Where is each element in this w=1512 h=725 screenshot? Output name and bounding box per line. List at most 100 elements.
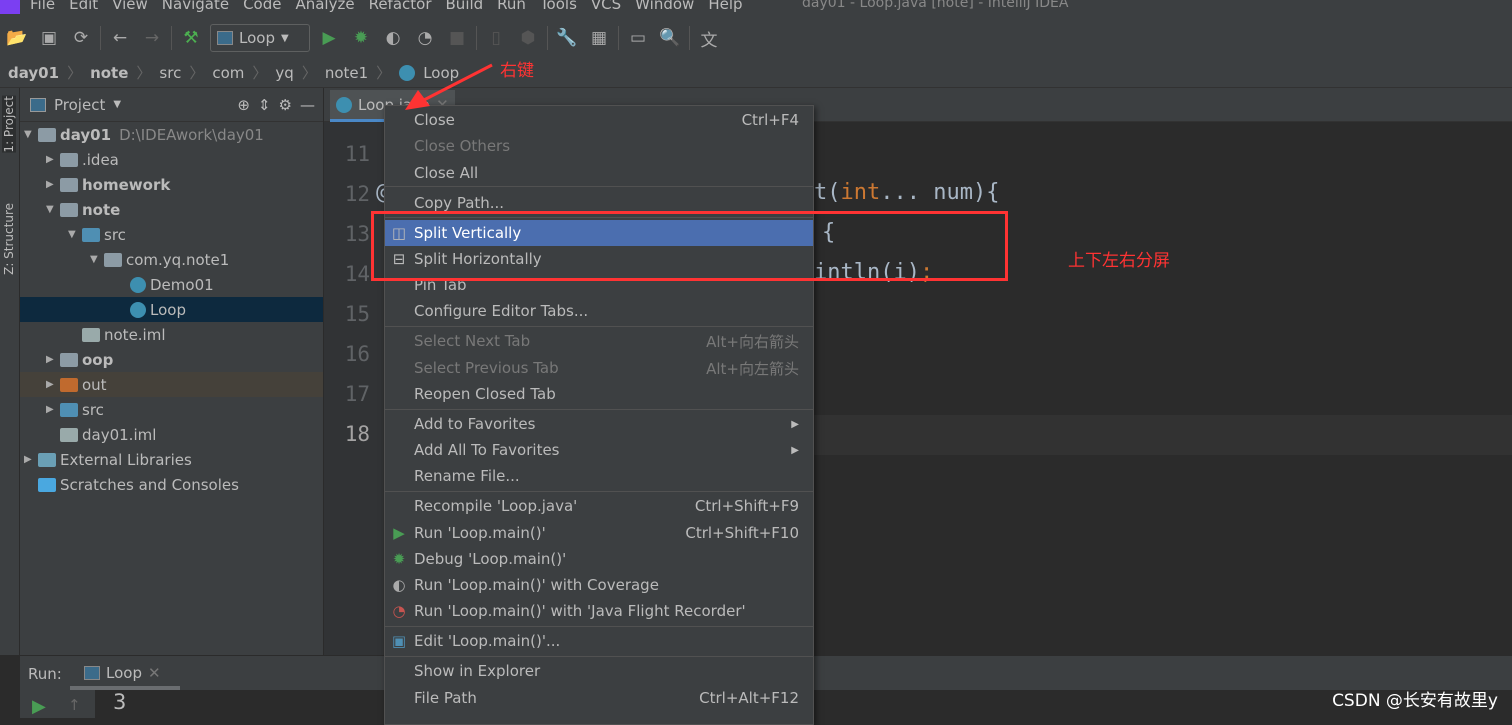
project-structure-icon[interactable]: ▦ xyxy=(586,25,612,51)
up-arrow-icon[interactable]: ↑ xyxy=(68,696,81,714)
divider xyxy=(171,26,172,50)
chevron-right-icon[interactable]: ▶ xyxy=(46,154,60,165)
chevron-down-icon[interactable]: ▼ xyxy=(90,254,104,265)
breadcrumb-item[interactable]: src xyxy=(159,64,181,82)
tree-item[interactable]: day01.iml xyxy=(20,422,323,447)
run-tab-loop[interactable]: Loop ✕ xyxy=(70,660,180,690)
menu-view[interactable]: View xyxy=(112,0,148,13)
tree-item[interactable]: ▶ .idea xyxy=(20,147,323,172)
wrench-icon[interactable]: 🔧 xyxy=(554,25,580,51)
tree-item[interactable]: ▼ com.yq.note1 xyxy=(20,247,323,272)
tree-item[interactable]: ▶ out xyxy=(20,372,323,397)
chevron-right-icon[interactable]: ▶ xyxy=(46,354,60,365)
menu-code[interactable]: Code xyxy=(243,0,281,13)
device-icon[interactable]: ▯ xyxy=(483,25,509,51)
menu-file[interactable]: File xyxy=(30,0,55,13)
rerun-icon[interactable]: ▶ xyxy=(32,696,46,717)
divider xyxy=(689,26,690,50)
coverage-icon[interactable]: ◐ xyxy=(380,25,406,51)
chevron-down-icon[interactable]: ▼ xyxy=(68,229,82,240)
tree-item-label: out xyxy=(82,375,107,394)
collapse-icon[interactable]: ⇕ xyxy=(258,96,271,114)
breadcrumb-item[interactable]: note1 xyxy=(325,64,368,82)
project-title[interactable]: Project xyxy=(54,96,105,114)
menu-vcs[interactable]: VCS xyxy=(591,0,621,13)
tree-item[interactable]: ▶ External Libraries xyxy=(20,447,323,472)
chevron-down-icon[interactable]: ▼ xyxy=(24,129,38,140)
breadcrumb-item[interactable]: com xyxy=(212,64,244,82)
menu-item-label: Run 'Loop.main()' with Coverage xyxy=(414,576,659,594)
tree-item[interactable]: Scratches and Consoles xyxy=(20,472,323,497)
menu-item-shortcut: Ctrl+Shift+F10 xyxy=(685,524,799,542)
menu-edit[interactable]: Edit xyxy=(69,0,98,13)
gear-icon[interactable]: ⚙ xyxy=(279,96,292,114)
menu-item-label: Show in Explorer xyxy=(414,662,541,680)
menu-item-reopen-closed-tab[interactable]: Reopen Closed Tab xyxy=(385,381,813,407)
chevron-right-icon[interactable]: ▶ xyxy=(46,404,60,415)
translate-icon[interactable]: 文 xyxy=(696,25,722,51)
menu-help[interactable]: Help xyxy=(708,0,742,13)
forward-icon[interactable]: → xyxy=(139,25,165,51)
menu-run[interactable]: Run xyxy=(497,0,526,13)
sync-icon[interactable]: ⟳ xyxy=(68,25,94,51)
menu-navigate[interactable]: Navigate xyxy=(162,0,229,13)
menu-refactor[interactable]: Refactor xyxy=(369,0,432,13)
menu-build[interactable]: Build xyxy=(446,0,484,13)
breadcrumb-separator: 〉 xyxy=(67,64,83,82)
menu-tools[interactable]: Tools xyxy=(540,0,577,13)
run-config-select[interactable]: Loop ▼ xyxy=(210,24,310,52)
line-number: 12 xyxy=(344,182,370,206)
left-tool-strip: 1: Project Z: Structure xyxy=(0,88,20,655)
chevron-down-icon[interactable]: ▼ xyxy=(113,99,121,110)
chevron-right-icon[interactable]: ▶ xyxy=(46,379,60,390)
save-icon[interactable]: ▣ xyxy=(36,25,62,51)
open-icon[interactable]: 📂 xyxy=(4,25,30,51)
profiler-icon[interactable]: ◔ xyxy=(412,25,438,51)
menu-item-rename-file[interactable]: Rename File... xyxy=(385,463,813,489)
run-icon[interactable]: ▶ xyxy=(316,25,342,51)
menu-window[interactable]: Window xyxy=(635,0,694,13)
chevron-right-icon[interactable]: ▶ xyxy=(24,454,38,465)
tree-item[interactable]: ▶ oop xyxy=(20,347,323,372)
breadcrumb-item[interactable]: yq xyxy=(275,64,293,82)
menu-item-configure-editor-tabs[interactable]: Configure Editor Tabs... xyxy=(385,298,813,324)
locate-icon[interactable]: ⊕ xyxy=(237,96,250,114)
debug-icon[interactable]: ✹ xyxy=(348,25,374,51)
chevron-down-icon[interactable]: ▼ xyxy=(46,204,60,215)
back-icon[interactable]: ← xyxy=(107,25,133,51)
menu-item-close-all[interactable]: Close All xyxy=(385,160,813,186)
menu-item-edit-loop-main[interactable]: ▣ Edit 'Loop.main()'... xyxy=(385,628,813,654)
module-folder-icon xyxy=(60,202,78,217)
tree-item[interactable]: ▼ src xyxy=(20,222,323,247)
search-icon[interactable]: 🔍 xyxy=(657,25,683,51)
menu-item-run-loop-main-with-java-flight-recorder[interactable]: ◔ Run 'Loop.main()' with 'Java Flight Rec… xyxy=(385,598,813,624)
close-icon[interactable]: ✕ xyxy=(148,664,161,682)
tree-item[interactable]: Loop xyxy=(20,297,323,322)
build-hammer-icon[interactable]: ⚒ xyxy=(178,25,204,51)
stop-icon[interactable]: ■ xyxy=(444,25,470,51)
sdk-icon[interactable]: ⬢ xyxy=(515,25,541,51)
tool-tab-structure[interactable]: Z: Structure xyxy=(2,203,16,275)
tree-item[interactable]: ▶ src xyxy=(20,397,323,422)
menu-item-add-to-favorites[interactable]: Add to Favorites ▶ xyxy=(385,411,813,437)
tree-item[interactable]: ▼ note xyxy=(20,197,323,222)
tree-item[interactable]: Demo01 xyxy=(20,272,323,297)
minimize-icon[interactable]: — xyxy=(300,96,315,114)
menu-analyze[interactable]: Analyze xyxy=(295,0,354,13)
breadcrumb-item[interactable]: note xyxy=(90,64,128,82)
tool-tab-project[interactable]: 1: Project xyxy=(2,96,16,153)
menu-item-file-path[interactable]: File Path Ctrl+Alt+F12 xyxy=(385,685,813,711)
menu-item-run-loop-main[interactable]: ▶ Run 'Loop.main()' Ctrl+Shift+F10 xyxy=(385,520,813,546)
tree-item[interactable]: ▼ day01 D:\IDEAwork\day01 xyxy=(20,122,323,147)
menu-item-add-all-to-favorites[interactable]: Add All To Favorites ▶ xyxy=(385,437,813,463)
terminal-icon[interactable]: ▭ xyxy=(625,25,651,51)
menu-item-debug-loop-main[interactable]: ✹ Debug 'Loop.main()' xyxy=(385,546,813,572)
iml-file-icon xyxy=(82,327,100,342)
breadcrumb-item[interactable]: day01 xyxy=(8,64,59,82)
tree-item[interactable]: note.iml xyxy=(20,322,323,347)
menu-item-recompile-loop-java[interactable]: Recompile 'Loop.java' Ctrl+Shift+F9 xyxy=(385,493,813,519)
menu-item-show-in-explorer[interactable]: Show in Explorer xyxy=(385,658,813,684)
menu-item-run-loop-main-with-coverage[interactable]: ◐ Run 'Loop.main()' with Coverage xyxy=(385,572,813,598)
chevron-right-icon[interactable]: ▶ xyxy=(46,179,60,190)
tree-item[interactable]: ▶ homework xyxy=(20,172,323,197)
